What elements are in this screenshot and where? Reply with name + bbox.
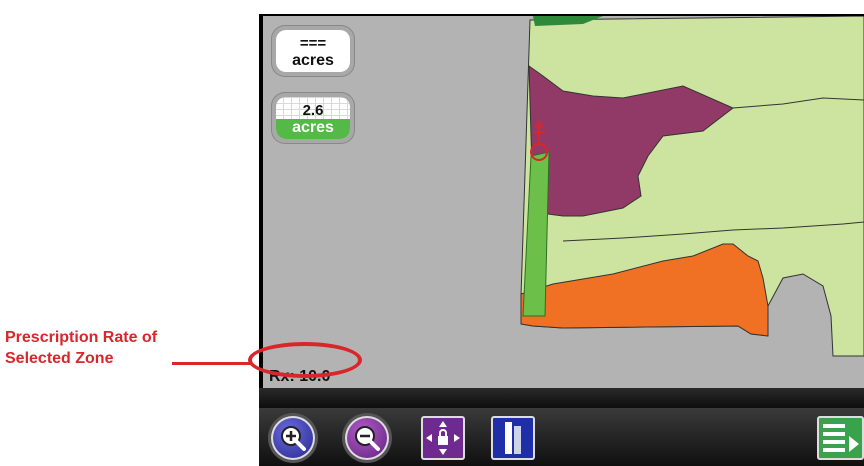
total-area-badge[interactable]: === acres: [271, 25, 355, 77]
menu-button[interactable]: [817, 416, 864, 460]
zoom-out-icon: [355, 426, 380, 451]
status-bar: [259, 388, 864, 408]
zoom-in-button[interactable]: [271, 416, 315, 460]
applied-area-value: 2.6: [302, 102, 324, 119]
callout-pointer-line: [172, 362, 252, 365]
guidance-toggle-button[interactable]: [491, 416, 535, 460]
field-map[interactable]: === acres 2.6 acres Rx: 10.0: [263, 16, 864, 390]
list-menu-icon: [823, 424, 859, 452]
field-zones-svg: [520, 16, 864, 357]
applied-area-unit: acres: [292, 119, 334, 136]
display-screen: === acres 2.6 acres Rx: 10.0: [259, 14, 864, 466]
total-area-value: ===: [299, 35, 327, 52]
pan-lock-button[interactable]: [421, 416, 465, 460]
swath-bars-icon: [505, 422, 521, 454]
total-area-unit: acres: [292, 52, 334, 69]
zoom-in-icon: [281, 426, 306, 451]
callout-highlight-ring: [248, 342, 362, 378]
zoom-out-button[interactable]: [345, 416, 389, 460]
callout-label: Prescription Rate of Selected Zone: [5, 327, 157, 369]
callout-label-line2: Selected Zone: [5, 350, 114, 367]
move-arrows-lock-icon: [426, 421, 460, 455]
callout-label-line1: Prescription Rate of: [5, 329, 158, 346]
applied-area-badge[interactable]: 2.6 acres: [271, 92, 355, 144]
